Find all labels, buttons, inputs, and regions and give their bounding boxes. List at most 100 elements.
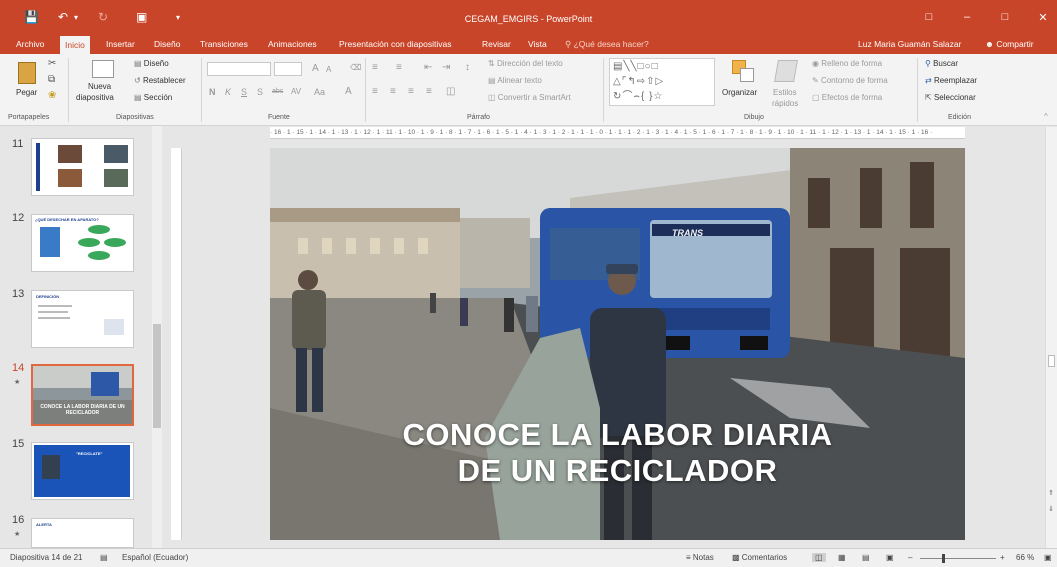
section-button[interactable]: ▤ Sección [134,93,172,102]
tab-vista[interactable]: Vista [528,39,547,49]
shape-fill-button[interactable]: ◉ Relleno de forma [812,59,882,68]
shadow-button[interactable]: S [257,87,263,97]
tab-animaciones[interactable]: Animaciones [268,39,317,49]
bold-button[interactable]: N [209,87,216,97]
numbering-icon[interactable]: ≡ [396,62,402,73]
copy-icon[interactable]: ⧉ [48,74,55,85]
slide-thumbnail-16[interactable]: ALERTA [31,518,134,548]
tell-me-search[interactable]: ⚲ ¿Qué desea hacer? [565,39,649,50]
zoom-in-icon[interactable]: + [1000,553,1005,562]
shapes-gallery[interactable]: ▤╲╲□○□ △⌜↰⇨⇧▷ ↻⌒⌢{ }☆ [609,58,715,106]
align-left-icon[interactable]: ≡ [372,86,378,97]
decrease-indent-icon[interactable]: ⇤ [424,62,432,73]
zoom-level[interactable]: 66 % [1016,553,1034,562]
find-button[interactable]: ⚲ Buscar [925,59,958,68]
close-icon[interactable]: ✕ [1036,11,1050,24]
layout-label: Diseño [143,59,169,68]
language-indicator[interactable]: Español (Ecuador) [122,553,188,562]
char-spacing-button[interactable]: AV [291,87,301,96]
maximize-icon[interactable]: □ [998,11,1012,23]
smartart-button[interactable]: ◫ Convertir a SmartArt [488,93,571,102]
zoom-slider[interactable] [920,554,996,563]
fit-to-window-icon[interactable]: ▣ [1044,553,1052,562]
align-right-icon[interactable]: ≡ [408,86,414,97]
slide-thumbnail-14[interactable]: CONOCE LA LABOR DIARIA DE UN RECICLADOR [31,364,134,426]
shape-outline-button[interactable]: ✎ Contorno de forma [812,76,888,85]
paste-button[interactable]: Pegar [12,60,44,102]
font-color-button[interactable]: A [345,86,352,97]
strikethrough-button[interactable]: abc [272,88,283,95]
thumb-image [36,143,40,191]
slide-title-line-1[interactable]: CONOCE LA LABOR DIARIA [270,418,965,452]
thumb-image [104,145,128,163]
share-button[interactable]: ☻ Compartir [985,39,1034,49]
slideshow-view-icon[interactable]: ▣ [886,553,894,562]
prev-slide-icon[interactable]: ⇑ [1048,489,1054,497]
new-slide-button[interactable]: Nueva diapositiva [76,58,128,110]
slide-sorter-icon[interactable]: ▦ [838,553,846,562]
zoom-slider-thumb[interactable] [942,554,945,563]
thumbnails-scroll-thumb[interactable] [153,324,161,428]
tab-presentacion[interactable]: Presentación con diapositivas [339,39,451,49]
tab-insertar[interactable]: Insertar [106,39,135,49]
align-text-button[interactable]: ▤ Alinear texto [488,76,542,85]
minimize-icon[interactable]: – [960,11,974,23]
ribbon-separator [603,58,604,122]
change-case-button[interactable]: Aa [314,87,325,97]
pencil-icon: ✎ [812,76,821,85]
shapes-row: ▤╲╲□○□ [613,61,659,72]
tab-transiciones[interactable]: Transiciones [200,39,248,49]
current-slide[interactable]: TRANS CONOCE LA LABOR DIARIA DE UN RECIC… [270,148,965,540]
arrange-button[interactable]: Organizar [722,58,766,108]
ribbon-display-icon[interactable]: □ [922,11,936,23]
reading-view-icon[interactable]: ▤ [862,553,870,562]
line-spacing-icon[interactable]: ↕ [465,62,470,73]
slide-thumbnail-11[interactable] [31,138,134,196]
bullets-icon[interactable]: ≡ [372,62,378,73]
effects-icon: ▢ [812,93,822,102]
slide-thumbnail-13[interactable]: DEFINICIÓN [31,290,134,348]
clear-format-icon[interactable]: ⌫ [350,63,361,72]
tab-archivo[interactable]: Archivo [16,39,44,49]
font-size-combobox[interactable] [274,62,302,76]
italic-button[interactable]: K [225,87,231,97]
reset-button[interactable]: ↺ Restablecer [134,76,186,85]
slide-vertical-scrollbar[interactable]: ⇑ ⇓ [1045,127,1057,548]
scroll-thumb[interactable] [1048,355,1055,367]
collapse-ribbon-icon[interactable]: ^ [1044,112,1048,121]
zoom-out-icon[interactable]: – [908,553,912,562]
cut-icon[interactable]: ✂ [48,58,56,69]
thumb-caption: CONOCE LA LABOR DIARIA DE UN RECICLADOR [40,404,125,416]
underline-button[interactable]: S [241,87,247,97]
grow-font-button[interactable]: A [312,63,319,74]
spell-check-icon[interactable]: ▤ [100,553,108,562]
thumb-image [104,169,128,187]
tab-inicio[interactable]: Inicio [60,36,90,54]
thumb-image [58,169,82,187]
cursor-icon: ⇱ [925,93,934,102]
justify-icon[interactable]: ≡ [426,86,432,97]
text-direction-button[interactable]: ⇅ Dirección del texto [488,59,563,68]
user-name[interactable]: Luz Maria Guamán Salazar [858,39,961,49]
slide-thumbnail-12[interactable]: ¿QUÉ DESECHAR EN APARATO? [31,214,134,272]
notes-button[interactable]: ≡ Notas [686,553,714,562]
slide-thumbnail-15[interactable]: "RECICLATE" [31,442,134,500]
layout-button[interactable]: ▤ Diseño [134,59,169,68]
replace-button[interactable]: ⇄ Reemplazar [925,76,977,85]
tab-revisar[interactable]: Revisar [482,39,511,49]
increase-indent-icon[interactable]: ⇥ [442,62,450,73]
font-name-combobox[interactable] [207,62,271,76]
format-painter-icon[interactable]: ❀ [48,90,56,101]
comments-button[interactable]: ▩ Comentarios [732,553,787,562]
replace-icon: ⇄ [925,76,934,85]
tab-diseno[interactable]: Diseño [154,39,180,49]
normal-view-icon[interactable]: ◫ [812,553,826,562]
select-button[interactable]: ⇱ Seleccionar [925,93,976,102]
columns-icon[interactable]: ◫ [446,86,455,97]
slide-title-line-2[interactable]: DE UN RECICLADOR [270,454,965,488]
shrink-font-button[interactable]: A [326,65,331,74]
shape-effects-button[interactable]: ▢ Efectos de forma [812,93,882,102]
next-slide-icon[interactable]: ⇓ [1048,505,1054,513]
quick-styles-button[interactable]: Estilos rápidos [766,58,806,110]
align-center-icon[interactable]: ≡ [390,86,396,97]
